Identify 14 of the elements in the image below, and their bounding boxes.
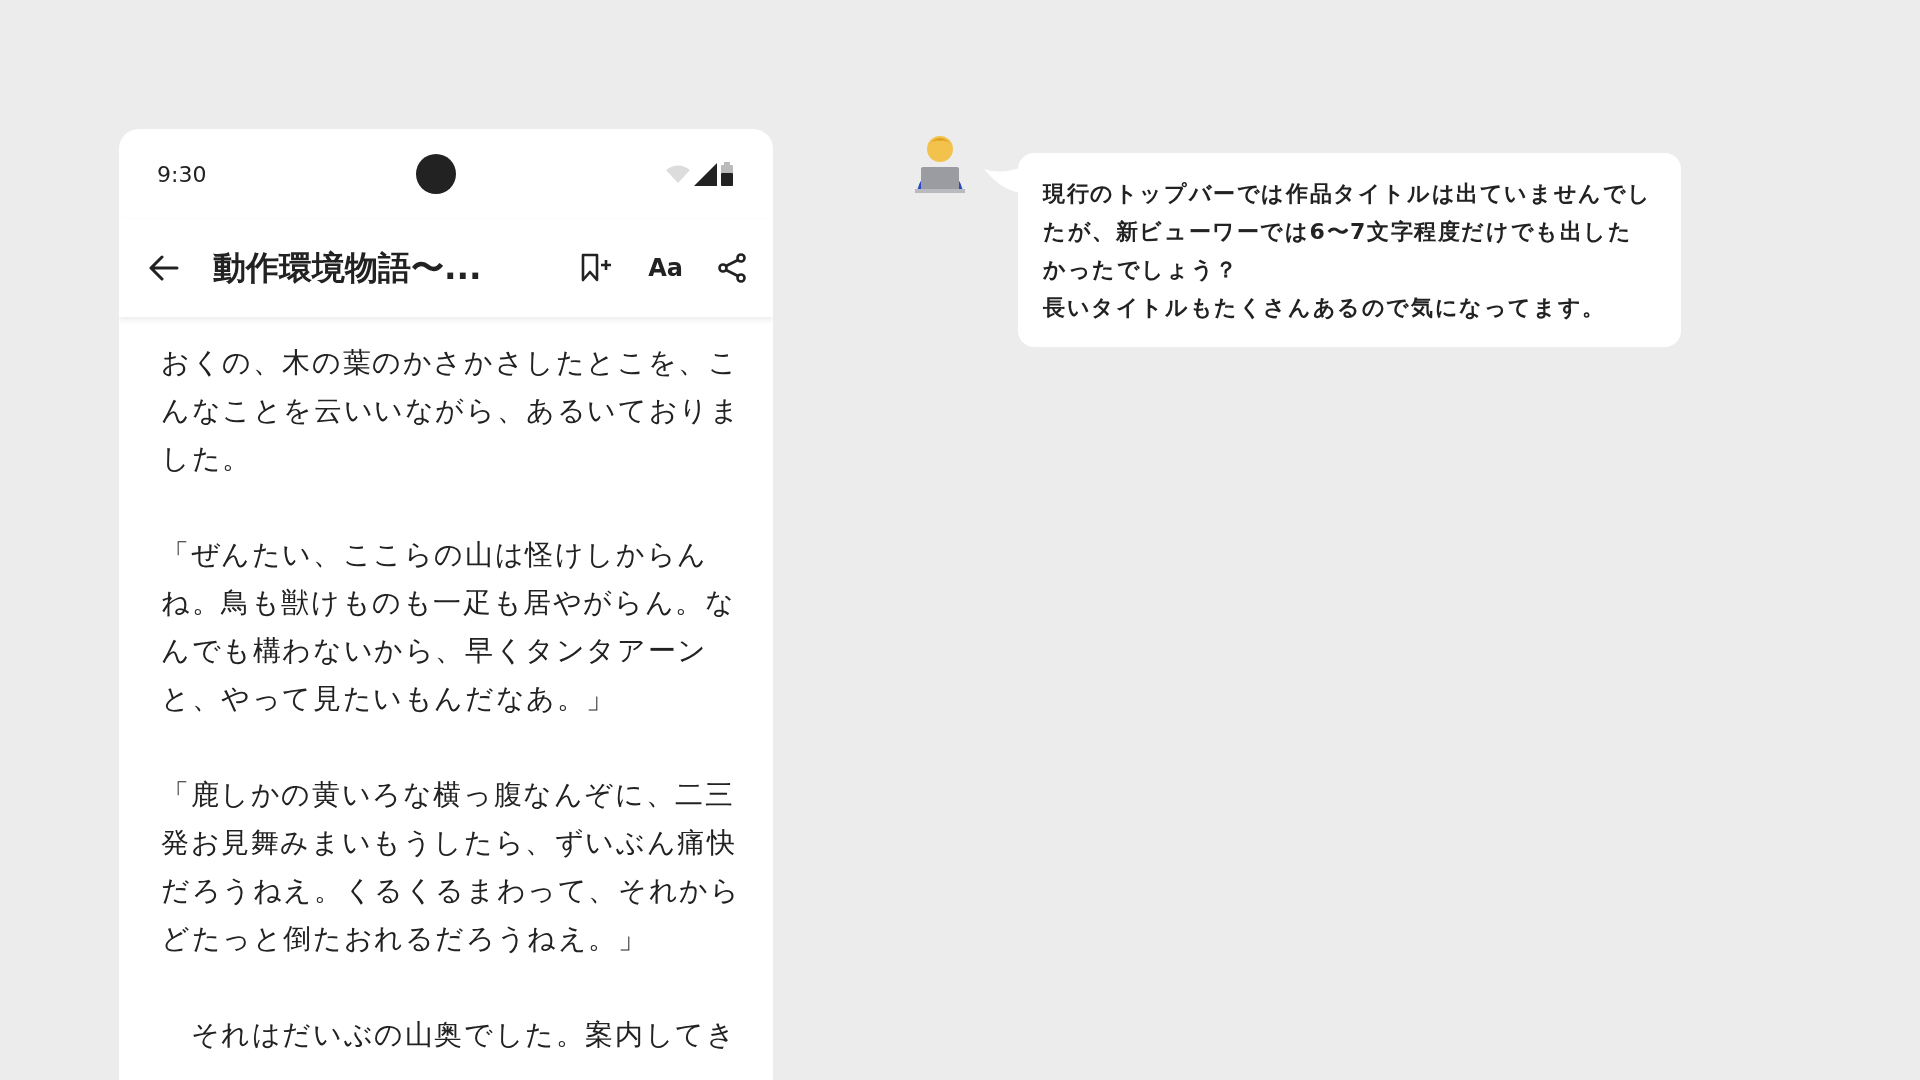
camera-hole	[416, 154, 457, 194]
font-settings-button[interactable]: Aa	[644, 246, 687, 290]
story-paragraph: 「ぜんたい、ここらの山は怪けしからんね。鳥も獣けものも一疋も居やがらん。なんでも構わないから、早くタンタアーンと、やって見たいもんだなあ。」	[161, 537, 737, 717]
signal-icon	[694, 162, 717, 186]
person-with-laptop-icon	[913, 133, 967, 193]
wifi-icon	[666, 165, 690, 183]
story-paragraph: おくの、木の葉のかさかさしたとこを、こんなことを云いいながら、あるいておりました。	[161, 345, 742, 477]
status-time: 9:30	[157, 160, 207, 189]
comment-text: 現行のトップバーでは作品タイトルは出ていませんでしたが、新ビューワーでは6〜7文字程度だけでも出したかったでしょう？	[1043, 180, 1653, 284]
book-title: 動作環境物語〜...	[213, 247, 482, 290]
story-paragraph: それはだいぶの山奥でした。案内してき	[189, 1017, 738, 1053]
comment-text: 長いタイトルもたくさんあるので気になってます。	[1043, 294, 1607, 322]
battery-icon	[721, 162, 733, 186]
story-paragraph: 「鹿しかの黄いろな横っ腹なんぞに、二三発お見舞みまいもうしたら、ずいぶん痛快だろうねえ。くるくるまわって、それからどたっと倒たおれるだろうねえ。」	[161, 777, 742, 957]
